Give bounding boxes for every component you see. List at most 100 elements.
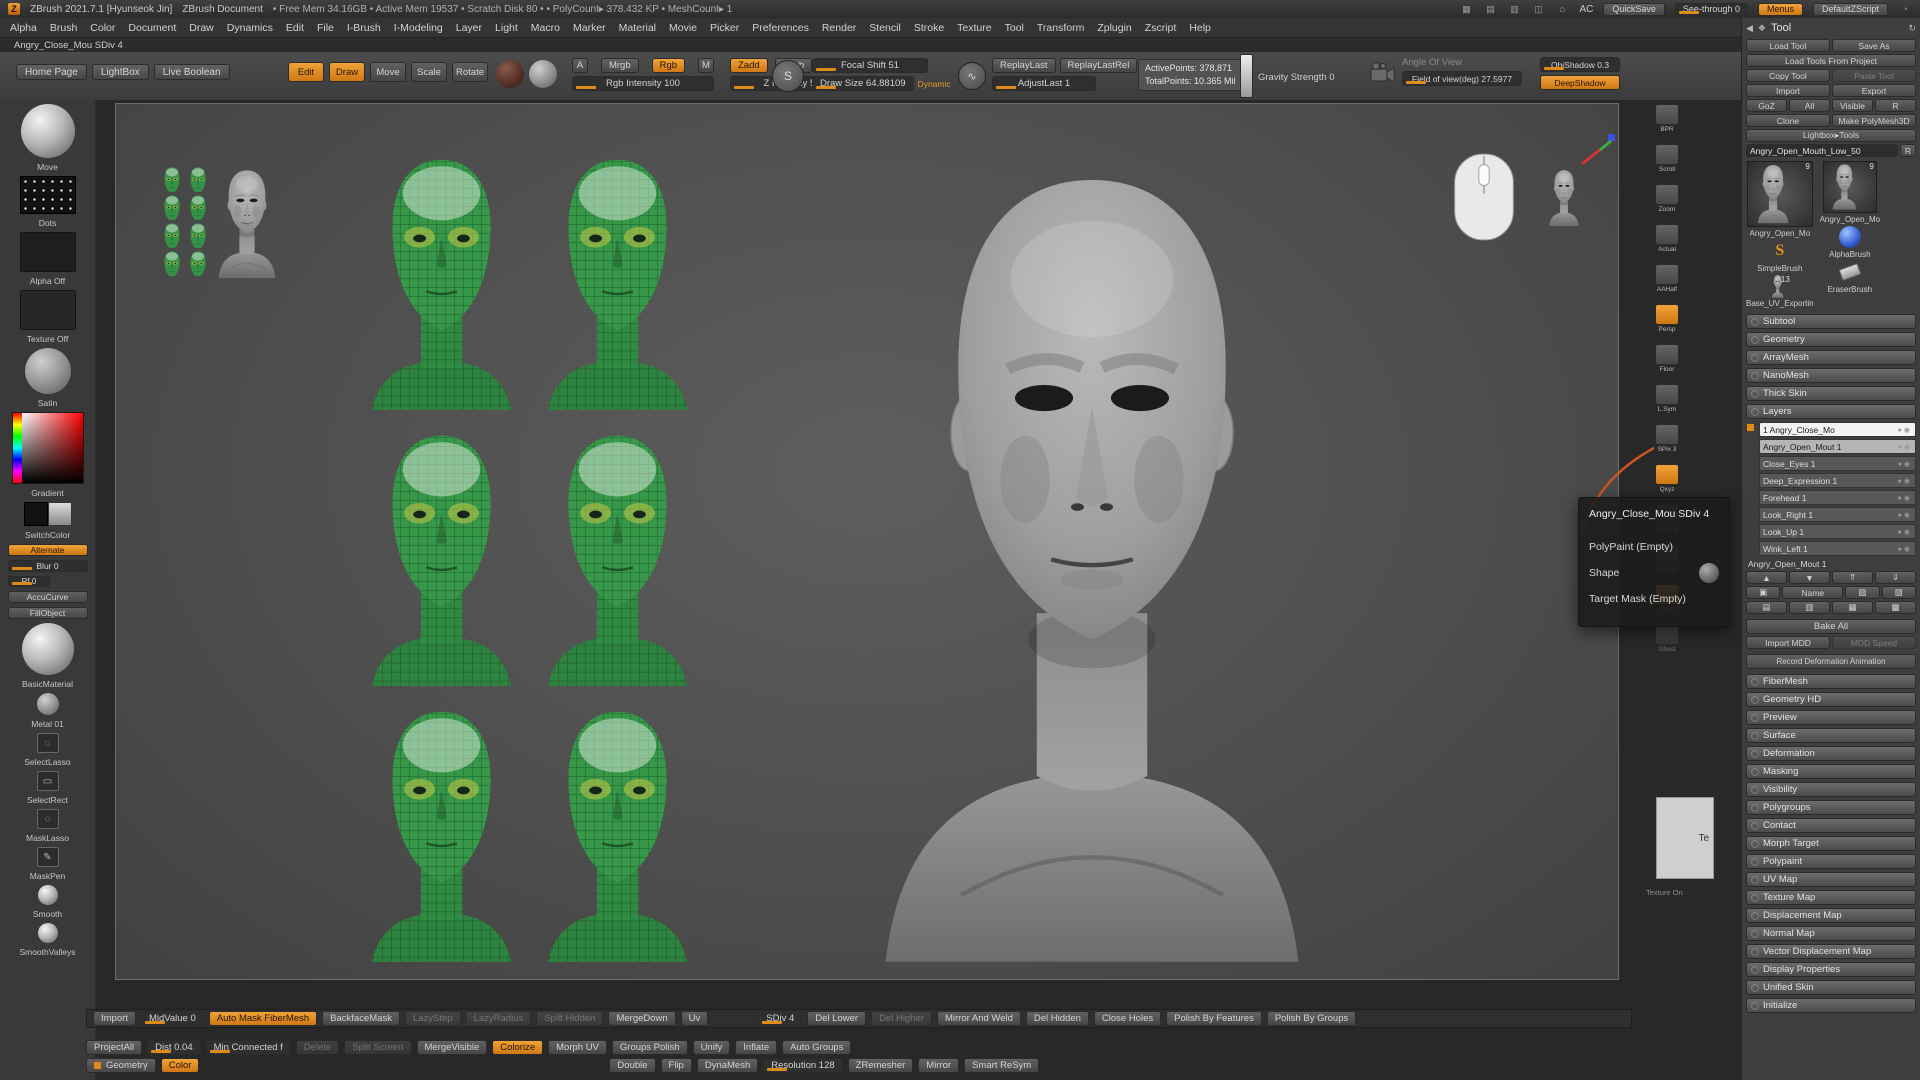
tool-button[interactable]: Copy Tool <box>1746 69 1830 82</box>
green-head-5[interactable] <box>364 704 519 962</box>
layer-merge-button[interactable]: ▤ <box>1746 601 1787 614</box>
layer-row[interactable]: Forehead 1 ●◉ <box>1759 490 1916 505</box>
subpalette-bar[interactable]: Deformation <box>1746 746 1916 761</box>
texture-flyout-panel[interactable]: Te <box>1656 797 1714 879</box>
subpalette-bar[interactable]: Geometry <box>1746 332 1916 347</box>
select-lasso-icon[interactable]: ◌ <box>37 733 59 753</box>
menu-item[interactable]: Texture <box>957 22 991 34</box>
subpalette-bar[interactable]: FiberMesh <box>1746 674 1916 689</box>
dock-control[interactable]: Split Hidden <box>536 1011 603 1026</box>
menu-item[interactable]: Document <box>128 22 176 34</box>
dock-control[interactable]: Dist 0.04 <box>147 1040 201 1055</box>
menu-item[interactable]: Transform <box>1037 22 1084 34</box>
current-material-sphere[interactable] <box>496 60 524 88</box>
menus-button[interactable]: Menus <box>1758 3 1803 16</box>
camera-icon[interactable] <box>1368 60 1396 88</box>
lightbox-button[interactable]: LightBox <box>92 64 149 80</box>
tool-button[interactable]: Save As <box>1832 39 1916 52</box>
subpalette-bar[interactable]: Layers <box>1746 404 1916 419</box>
layer-eye-icon[interactable]: ◉ <box>1904 495 1912 502</box>
adjust-last-slider[interactable]: AdjustLast 1 <box>992 76 1096 91</box>
mode-button[interactable]: Edit <box>288 62 324 82</box>
current-tool-thumbnail[interactable]: 9 <box>1747 161 1813 227</box>
home-icon[interactable]: ⌂ <box>1555 3 1569 15</box>
menu-item[interactable]: File <box>317 22 334 34</box>
tool-button[interactable]: Export <box>1832 84 1916 97</box>
layer-eye-icon[interactable]: ◉ <box>1904 444 1912 451</box>
dock-control[interactable]: Groups Polish <box>612 1040 688 1055</box>
subpalette-bar[interactable]: Polypaint <box>1746 854 1916 869</box>
dynamic-label[interactable]: Dynamic <box>918 79 951 89</box>
mode-button[interactable]: Scale <box>411 62 447 82</box>
main-sculpt-head[interactable] <box>874 144 1310 966</box>
tool-button[interactable]: All <box>1789 99 1830 112</box>
saturation-square[interactable] <box>22 413 83 483</box>
dock-control[interactable]: Auto Mask FiberMesh <box>209 1011 317 1026</box>
main-color-swatch[interactable] <box>24 502 48 526</box>
right-shelf-button[interactable]: Persp <box>1655 304 1679 333</box>
mode-button[interactable]: Draw <box>329 62 365 82</box>
obj-shadow-slider[interactable]: ObjShadow 0.3 <box>1540 57 1620 72</box>
subpalette-bar[interactable]: Display Properties <box>1746 962 1916 977</box>
tool-button[interactable]: GoZ <box>1746 99 1787 112</box>
material-preview-sphere[interactable] <box>25 348 71 394</box>
tool-name-field[interactable]: R <box>1900 144 1916 157</box>
tool-button[interactable]: Paste Tool <box>1832 69 1916 82</box>
mode-button[interactable]: Rotate <box>452 62 488 82</box>
right-shelf-button[interactable]: AAHalf <box>1655 264 1679 293</box>
context-menu-item-shape[interactable]: Shape <box>1589 560 1719 586</box>
layer-bottom-button[interactable]: ⇓ <box>1875 571 1916 584</box>
deep-shadow-button[interactable]: DeepShadow <box>1540 75 1620 90</box>
subpalette-bar[interactable]: Geometry HD <box>1746 692 1916 707</box>
dock-control[interactable]: Inflate <box>735 1040 777 1055</box>
layout-icon[interactable]: ▤ <box>1483 3 1497 15</box>
a-button[interactable]: A <box>572 58 588 73</box>
tool-button[interactable]: Make PolyMesh3D <box>1832 114 1916 127</box>
layer-new-button[interactable]: ▣ <box>1746 586 1780 599</box>
layer-split-button[interactable]: ▥ <box>1789 601 1830 614</box>
layer-intensity-marker[interactable] <box>1747 424 1754 431</box>
layer-eye-icon[interactable]: ◉ <box>1904 461 1912 468</box>
dock-control[interactable]: Auto Groups <box>782 1040 851 1055</box>
subpalette-bar[interactable]: Visibility <box>1746 782 1916 797</box>
tool-button[interactable]: R <box>1875 99 1916 112</box>
dock-control[interactable]: Morph UV <box>548 1040 607 1055</box>
right-shelf-button[interactable]: Scroll <box>1655 144 1679 173</box>
menu-item[interactable]: Stroke <box>914 22 944 34</box>
dock-control[interactable]: Colorize <box>492 1040 543 1055</box>
green-head-3[interactable] <box>364 428 519 686</box>
tool-button[interactable]: Import <box>1746 84 1830 97</box>
select-rect-icon[interactable]: ▭ <box>37 771 59 791</box>
dock-control[interactable]: ZRemesher <box>848 1058 914 1073</box>
dock-control[interactable]: Double <box>609 1058 655 1073</box>
rgb-button[interactable]: Rgb <box>652 58 685 73</box>
default-zscript-button[interactable]: DefaultZScript <box>1813 3 1888 16</box>
rgb-intensity-slider[interactable]: Rgb Intensity 100 <box>572 76 714 91</box>
menu-item[interactable]: Material <box>619 22 656 34</box>
color-swatches[interactable] <box>24 502 72 526</box>
right-shelf-button[interactable]: Zoom <box>1655 184 1679 213</box>
subpalette-bar[interactable]: Thick Skin <box>1746 386 1916 401</box>
menu-item[interactable]: Zplugin <box>1097 22 1131 34</box>
smooth-brush-sphere[interactable] <box>38 885 58 905</box>
zadd-button[interactable]: Zadd <box>730 58 768 73</box>
layer-name-button[interactable]: Name <box>1782 586 1843 599</box>
see-through-slider[interactable]: See-through 0 <box>1675 3 1748 16</box>
dock-control[interactable]: SDiv 4 <box>758 1011 802 1026</box>
dock-control[interactable]: Del Hidden <box>1026 1011 1089 1026</box>
menu-item[interactable]: Picker <box>710 22 739 34</box>
right-shelf-button[interactable]: Ghost <box>1655 624 1679 653</box>
alt-tool-thumbnail[interactable]: 9 <box>1823 161 1877 213</box>
subpalette-bar[interactable]: Texture Map <box>1746 890 1916 905</box>
tray-refresh-icon[interactable]: ↻ <box>1908 23 1916 34</box>
dock-control[interactable]: Polish By Groups <box>1267 1011 1356 1026</box>
layer-top-button[interactable]: ⇑ <box>1832 571 1873 584</box>
layer-invert-button[interactable]: ▦ <box>1832 601 1873 614</box>
dock-control[interactable]: Uv <box>681 1011 709 1026</box>
menu-item[interactable]: Alpha <box>10 22 37 34</box>
tool-button[interactable]: Clone <box>1746 114 1830 127</box>
subpalette-bar[interactable]: Masking <box>1746 764 1916 779</box>
dock-control[interactable]: LazyStep <box>405 1011 461 1026</box>
right-shelf-button[interactable]: BPR <box>1655 104 1679 133</box>
fillobject-button[interactable]: FillObject <box>8 607 88 619</box>
